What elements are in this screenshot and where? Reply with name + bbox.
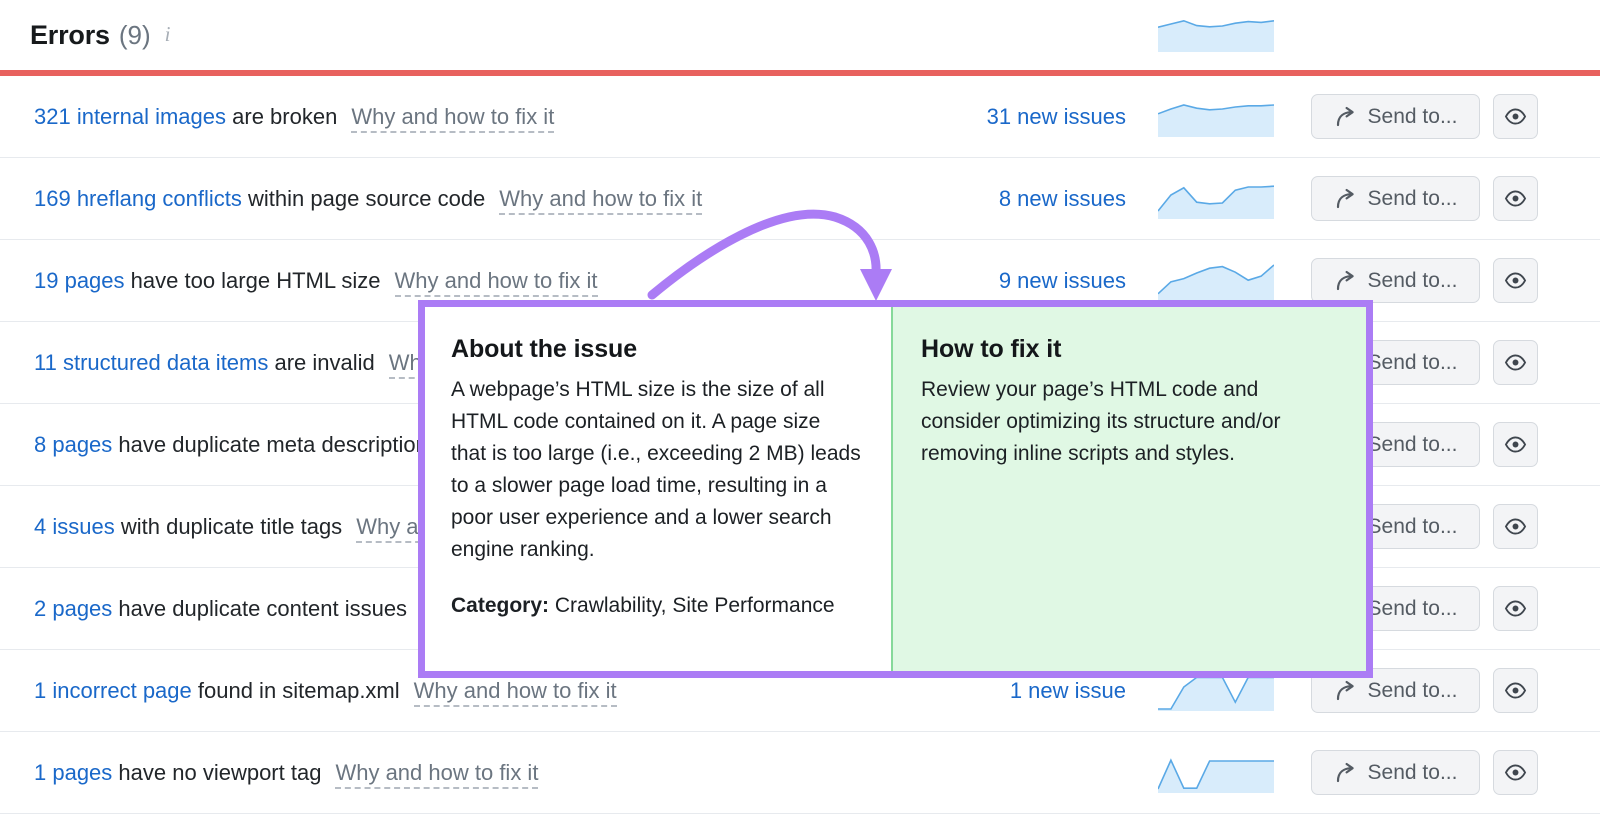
eye-icon <box>1504 764 1527 781</box>
send-to-button[interactable]: Send to... <box>1311 258 1480 303</box>
send-to-label: Send to... <box>1367 760 1458 784</box>
send-to-label: Send to... <box>1367 186 1458 210</box>
issue-description: 19 pages have too large HTML size Why and… <box>34 267 598 297</box>
send-to-label: Send to... <box>1367 104 1458 128</box>
issue-help-callout: About the issue A webpage’s HTML size is… <box>418 300 1373 678</box>
share-arrow-icon <box>1336 106 1354 126</box>
toggle-visibility-button[interactable] <box>1493 504 1538 549</box>
issue-count-link[interactable]: 1 incorrect page <box>34 678 192 703</box>
page-title-text: Errors <box>30 19 110 50</box>
share-arrow-icon <box>1336 680 1354 700</box>
why-and-how-to-fix-it-link[interactable]: Why and how to fix it <box>335 759 539 789</box>
category-line: Category: Crawlability, Site Performance <box>451 590 861 622</box>
issue-text: have duplicate meta descriptions <box>118 431 439 457</box>
issues-panel: Errors (9) i 321 internal images are bro… <box>0 0 1600 838</box>
about-heading: About the issue <box>451 335 638 363</box>
panel-header: Errors (9) i <box>0 0 1600 70</box>
toggle-visibility-button[interactable] <box>1493 258 1538 303</box>
share-arrow-icon <box>1336 270 1354 290</box>
category-value: Crawlability, Site Performance <box>554 594 835 617</box>
eye-icon <box>1504 190 1527 207</box>
send-to-label: Send to... <box>1367 596 1458 620</box>
new-issues-link[interactable]: 9 new issues <box>999 268 1126 294</box>
page-title-count: (9) <box>118 19 151 50</box>
issue-text: have duplicate content issues <box>118 595 408 621</box>
why-and-how-to-fix-it-link[interactable]: Why and how to fix it <box>394 267 598 297</box>
eye-icon <box>1504 272 1527 289</box>
category-label: Category: <box>451 594 550 617</box>
about-the-issue-panel: About the issue A webpage’s HTML size is… <box>425 307 891 671</box>
issue-text: are invalid <box>274 349 375 375</box>
new-issues-link[interactable]: 31 new issues <box>987 104 1126 130</box>
issue-trend-sparkline <box>1158 753 1274 793</box>
eye-icon <box>1504 518 1527 535</box>
fix-heading: How to fix it <box>921 335 1062 363</box>
issue-description: 321 internal images are broken Why and ho… <box>34 103 555 133</box>
send-to-label: Send to... <box>1367 350 1458 374</box>
issue-description: 1 incorrect page found in sitemap.xml Why… <box>34 677 617 707</box>
why-and-how-to-fix-it-link[interactable]: Why and how to fix it <box>499 185 703 215</box>
toggle-visibility-button[interactable] <box>1493 668 1538 713</box>
row-actions: Send to... <box>1311 258 1538 303</box>
send-to-button[interactable]: Send to... <box>1311 94 1480 139</box>
issue-text: with duplicate title tags <box>120 513 343 539</box>
new-issues-link[interactable]: 8 new issues <box>999 186 1126 212</box>
why-and-how-to-fix-it-link[interactable]: Why and how to fix it <box>413 677 617 707</box>
new-issues-link[interactable]: 1 new issue <box>1010 678 1126 704</box>
how-to-fix-panel: How to fix it Review your page’s HTML co… <box>891 307 1366 671</box>
issue-trend-sparkline <box>1158 97 1274 137</box>
toggle-visibility-button[interactable] <box>1493 94 1538 139</box>
issue-count-link[interactable]: 8 pages <box>34 432 112 457</box>
issue-text: found in sitemap.xml <box>197 677 400 703</box>
eye-icon <box>1504 682 1527 699</box>
issue-text: have too large HTML size <box>130 267 381 293</box>
row-actions: Send to... <box>1311 176 1538 221</box>
row-actions: Send to... <box>1311 750 1538 795</box>
header-sparkline <box>1158 12 1274 52</box>
eye-icon <box>1504 600 1527 617</box>
issue-count-link[interactable]: 321 internal images <box>34 104 226 129</box>
issue-count-link[interactable]: 4 issues <box>34 514 115 539</box>
toggle-visibility-button[interactable] <box>1493 750 1538 795</box>
issue-count-link[interactable]: 169 hreflang conflicts <box>34 186 242 211</box>
send-to-label: Send to... <box>1367 678 1458 702</box>
toggle-visibility-button[interactable] <box>1493 586 1538 631</box>
toggle-visibility-button[interactable] <box>1493 340 1538 385</box>
eye-icon <box>1504 108 1527 125</box>
issue-count-link[interactable]: 19 pages <box>34 268 125 293</box>
issue-trend-sparkline <box>1158 179 1274 219</box>
share-arrow-icon <box>1336 762 1354 782</box>
fix-body: Review your page’s HTML code and conside… <box>921 378 1281 465</box>
issue-count-link[interactable]: 11 structured data items <box>34 350 268 375</box>
send-to-button[interactable]: Send to... <box>1311 750 1480 795</box>
send-to-button[interactable]: Send to... <box>1311 176 1480 221</box>
issue-text: are broken <box>232 103 338 129</box>
eye-icon <box>1504 354 1527 371</box>
page-title: Errors (9) i <box>30 20 170 51</box>
about-body: A webpage’s HTML size is the size of all… <box>451 378 861 561</box>
issue-description: 169 hreflang conflicts within page sourc… <box>34 185 703 215</box>
issue-text: within page source code <box>248 185 486 211</box>
share-arrow-icon <box>1336 188 1354 208</box>
table-row: 169 hreflang conflicts within page sourc… <box>0 158 1600 240</box>
table-row: 1 pages have no viewport tag Why and how … <box>0 732 1600 814</box>
issue-count-link[interactable]: 1 pages <box>34 760 112 785</box>
eye-icon <box>1504 436 1527 453</box>
toggle-visibility-button[interactable] <box>1493 176 1538 221</box>
table-row: 321 internal images are broken Why and ho… <box>0 76 1600 158</box>
info-icon[interactable]: i <box>165 22 171 47</box>
send-to-label: Send to... <box>1367 432 1458 456</box>
why-and-how-to-fix-it-link[interactable]: Why and how to fix it <box>351 103 555 133</box>
send-to-label: Send to... <box>1367 514 1458 538</box>
issue-count-link[interactable]: 2 pages <box>34 596 112 621</box>
send-to-label: Send to... <box>1367 268 1458 292</box>
issue-trend-sparkline <box>1158 261 1274 301</box>
row-actions: Send to... <box>1311 94 1538 139</box>
issue-description: 1 pages have no viewport tag Why and how … <box>34 759 539 789</box>
issue-text: have no viewport tag <box>118 759 322 785</box>
toggle-visibility-button[interactable] <box>1493 422 1538 467</box>
